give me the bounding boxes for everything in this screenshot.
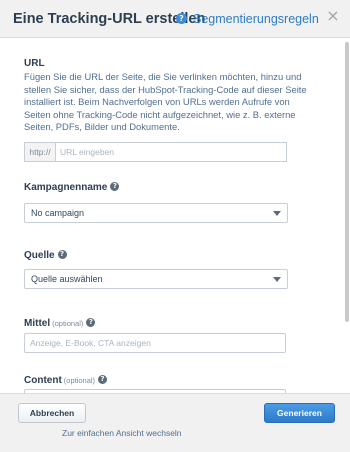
- scrollbar-thumb[interactable]: [345, 42, 349, 322]
- url-input[interactable]: [55, 142, 287, 162]
- campaign-help-icon[interactable]: ?: [110, 181, 120, 191]
- segmentation-rules-label: Segmentierungsregeln: [193, 12, 319, 26]
- campaign-select[interactable]: No campaign: [24, 203, 288, 223]
- dialog-footer: Abbrechen Generieren Zur einfachen Ansic…: [0, 393, 350, 452]
- medium-help-icon[interactable]: ?: [86, 317, 96, 327]
- url-label: URL: [24, 58, 45, 69]
- campaign-label: Kampagnenname?: [24, 181, 120, 193]
- content-optional-tag: (optional): [63, 376, 96, 385]
- medium-label: Mittel (optional)?: [24, 317, 96, 329]
- source-selected-value: Quelle auswählen: [31, 274, 103, 284]
- content-label: Content (optional)?: [24, 374, 108, 386]
- content-help-icon[interactable]: ?: [98, 374, 108, 384]
- close-icon[interactable]: ×: [326, 8, 340, 24]
- source-label: Quelle?: [24, 249, 67, 261]
- chevron-down-icon: [273, 211, 281, 216]
- generate-button[interactable]: Generieren: [264, 403, 335, 423]
- dialog-header: Eine Tracking-URL erstellen ? Segmentieru…: [0, 0, 350, 38]
- segmentation-rules-link[interactable]: ? Segmentierungsregeln: [176, 12, 319, 26]
- url-description: Fügen Sie die URL der Seite, die Sie ver…: [24, 71, 307, 132]
- question-circle-icon: ?: [176, 13, 187, 25]
- medium-input[interactable]: [24, 333, 286, 353]
- source-select[interactable]: Quelle auswählen: [24, 269, 288, 289]
- cancel-button[interactable]: Abbrechen: [18, 403, 86, 423]
- dialog-body[interactable]: URL Fügen Sie die URL der Seite, die Sie…: [0, 39, 344, 393]
- tracking-url-dialog: Eine Tracking-URL erstellen ? Segmentieru…: [0, 0, 350, 452]
- campaign-selected-value: No campaign: [31, 208, 85, 218]
- simple-view-link[interactable]: Zur einfachen Ansicht wechseln: [62, 428, 182, 438]
- medium-optional-tag: (optional): [52, 319, 84, 328]
- source-help-icon[interactable]: ?: [57, 249, 67, 259]
- chevron-down-icon: [273, 277, 281, 282]
- url-field-group: http://: [24, 142, 287, 162]
- url-prefix: http://: [24, 142, 55, 162]
